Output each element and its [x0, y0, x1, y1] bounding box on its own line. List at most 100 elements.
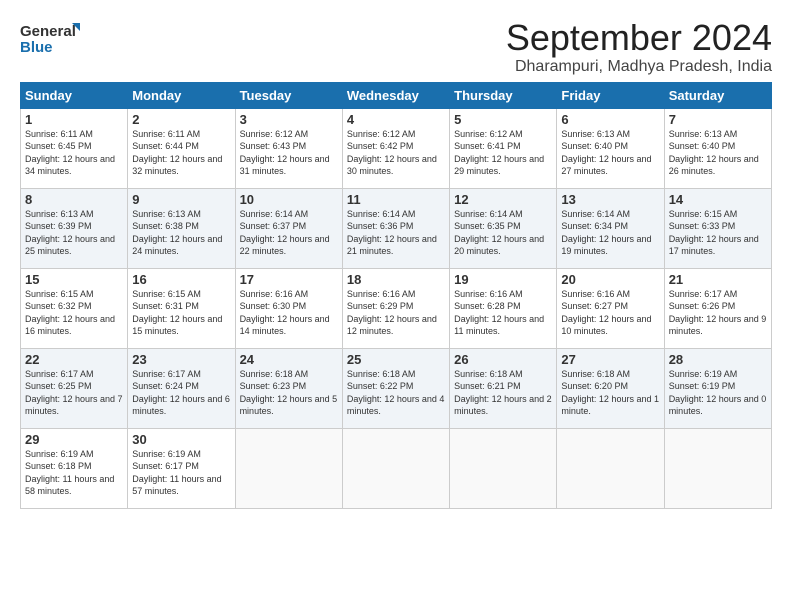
calendar-cell: 28 Sunrise: 6:19 AMSunset: 6:19 PMDaylig… [664, 348, 771, 428]
calendar-cell: 8 Sunrise: 6:13 AMSunset: 6:39 PMDayligh… [21, 188, 128, 268]
cell-info: Sunrise: 6:16 AMSunset: 6:29 PMDaylight:… [347, 289, 437, 337]
cell-info: Sunrise: 6:18 AMSunset: 6:20 PMDaylight:… [561, 369, 659, 417]
calendar-cell: 3 Sunrise: 6:12 AMSunset: 6:43 PMDayligh… [235, 108, 342, 188]
day-number: 2 [132, 112, 230, 127]
cell-info: Sunrise: 6:12 AMSunset: 6:41 PMDaylight:… [454, 129, 544, 177]
calendar-cell: 26 Sunrise: 6:18 AMSunset: 6:21 PMDaylig… [450, 348, 557, 428]
cell-info: Sunrise: 6:13 AMSunset: 6:40 PMDaylight:… [561, 129, 651, 177]
day-number: 27 [561, 352, 659, 367]
day-number: 22 [25, 352, 123, 367]
calendar-cell: 1 Sunrise: 6:11 AMSunset: 6:45 PMDayligh… [21, 108, 128, 188]
cell-info: Sunrise: 6:16 AMSunset: 6:30 PMDaylight:… [240, 289, 330, 337]
cell-info: Sunrise: 6:14 AMSunset: 6:36 PMDaylight:… [347, 209, 437, 257]
day-number: 25 [347, 352, 445, 367]
day-number: 14 [669, 192, 767, 207]
cell-info: Sunrise: 6:17 AMSunset: 6:25 PMDaylight:… [25, 369, 123, 417]
day-number: 16 [132, 272, 230, 287]
calendar-cell: 21 Sunrise: 6:17 AMSunset: 6:26 PMDaylig… [664, 268, 771, 348]
logo: General Blue [20, 18, 80, 58]
calendar-cell: 27 Sunrise: 6:18 AMSunset: 6:20 PMDaylig… [557, 348, 664, 428]
calendar-cell: 22 Sunrise: 6:17 AMSunset: 6:25 PMDaylig… [21, 348, 128, 428]
calendar-cell [235, 428, 342, 508]
cell-info: Sunrise: 6:15 AMSunset: 6:31 PMDaylight:… [132, 289, 222, 337]
cell-info: Sunrise: 6:14 AMSunset: 6:34 PMDaylight:… [561, 209, 651, 257]
cell-info: Sunrise: 6:18 AMSunset: 6:22 PMDaylight:… [347, 369, 445, 417]
cell-info: Sunrise: 6:12 AMSunset: 6:43 PMDaylight:… [240, 129, 330, 177]
logo-svg: General Blue [20, 18, 80, 58]
cell-info: Sunrise: 6:17 AMSunset: 6:26 PMDaylight:… [669, 289, 767, 337]
day-header-saturday: Saturday [664, 82, 771, 108]
calendar-cell: 11 Sunrise: 6:14 AMSunset: 6:36 PMDaylig… [342, 188, 449, 268]
day-number: 12 [454, 192, 552, 207]
day-number: 23 [132, 352, 230, 367]
day-header-thursday: Thursday [450, 82, 557, 108]
day-number: 10 [240, 192, 338, 207]
day-header-tuesday: Tuesday [235, 82, 342, 108]
cell-info: Sunrise: 6:16 AMSunset: 6:27 PMDaylight:… [561, 289, 651, 337]
cell-info: Sunrise: 6:15 AMSunset: 6:33 PMDaylight:… [669, 209, 759, 257]
cell-info: Sunrise: 6:18 AMSunset: 6:23 PMDaylight:… [240, 369, 338, 417]
calendar-cell: 10 Sunrise: 6:14 AMSunset: 6:37 PMDaylig… [235, 188, 342, 268]
calendar-cell [664, 428, 771, 508]
day-number: 5 [454, 112, 552, 127]
cell-info: Sunrise: 6:14 AMSunset: 6:35 PMDaylight:… [454, 209, 544, 257]
cell-info: Sunrise: 6:14 AMSunset: 6:37 PMDaylight:… [240, 209, 330, 257]
svg-text:Blue: Blue [20, 39, 53, 56]
cell-info: Sunrise: 6:19 AMSunset: 6:19 PMDaylight:… [669, 369, 767, 417]
day-number: 11 [347, 192, 445, 207]
day-number: 20 [561, 272, 659, 287]
calendar-cell: 23 Sunrise: 6:17 AMSunset: 6:24 PMDaylig… [128, 348, 235, 428]
day-number: 4 [347, 112, 445, 127]
day-header-wednesday: Wednesday [342, 82, 449, 108]
calendar-cell: 19 Sunrise: 6:16 AMSunset: 6:28 PMDaylig… [450, 268, 557, 348]
cell-info: Sunrise: 6:16 AMSunset: 6:28 PMDaylight:… [454, 289, 544, 337]
calendar-cell: 6 Sunrise: 6:13 AMSunset: 6:40 PMDayligh… [557, 108, 664, 188]
calendar-cell: 7 Sunrise: 6:13 AMSunset: 6:40 PMDayligh… [664, 108, 771, 188]
calendar-cell: 13 Sunrise: 6:14 AMSunset: 6:34 PMDaylig… [557, 188, 664, 268]
cell-info: Sunrise: 6:11 AMSunset: 6:44 PMDaylight:… [132, 129, 222, 177]
cell-info: Sunrise: 6:15 AMSunset: 6:32 PMDaylight:… [25, 289, 115, 337]
calendar-cell: 29 Sunrise: 6:19 AMSunset: 6:18 PMDaylig… [21, 428, 128, 508]
cell-info: Sunrise: 6:13 AMSunset: 6:40 PMDaylight:… [669, 129, 759, 177]
calendar-cell: 5 Sunrise: 6:12 AMSunset: 6:41 PMDayligh… [450, 108, 557, 188]
day-header-friday: Friday [557, 82, 664, 108]
calendar-cell: 17 Sunrise: 6:16 AMSunset: 6:30 PMDaylig… [235, 268, 342, 348]
cell-info: Sunrise: 6:13 AMSunset: 6:39 PMDaylight:… [25, 209, 115, 257]
day-number: 9 [132, 192, 230, 207]
day-number: 30 [132, 432, 230, 447]
day-number: 7 [669, 112, 767, 127]
day-number: 8 [25, 192, 123, 207]
day-number: 21 [669, 272, 767, 287]
day-header-sunday: Sunday [21, 82, 128, 108]
month-title: September 2024 [506, 18, 772, 58]
cell-info: Sunrise: 6:11 AMSunset: 6:45 PMDaylight:… [25, 129, 115, 177]
cell-info: Sunrise: 6:12 AMSunset: 6:42 PMDaylight:… [347, 129, 437, 177]
calendar-cell: 30 Sunrise: 6:19 AMSunset: 6:17 PMDaylig… [128, 428, 235, 508]
day-number: 17 [240, 272, 338, 287]
cell-info: Sunrise: 6:18 AMSunset: 6:21 PMDaylight:… [454, 369, 552, 417]
calendar-cell [450, 428, 557, 508]
calendar-cell: 24 Sunrise: 6:18 AMSunset: 6:23 PMDaylig… [235, 348, 342, 428]
day-number: 29 [25, 432, 123, 447]
location-title: Dharampuri, Madhya Pradesh, India [506, 58, 772, 76]
cell-info: Sunrise: 6:13 AMSunset: 6:38 PMDaylight:… [132, 209, 222, 257]
calendar-cell: 9 Sunrise: 6:13 AMSunset: 6:38 PMDayligh… [128, 188, 235, 268]
day-number: 24 [240, 352, 338, 367]
day-number: 6 [561, 112, 659, 127]
calendar-cell: 4 Sunrise: 6:12 AMSunset: 6:42 PMDayligh… [342, 108, 449, 188]
calendar-cell: 2 Sunrise: 6:11 AMSunset: 6:44 PMDayligh… [128, 108, 235, 188]
calendar-cell [557, 428, 664, 508]
day-number: 19 [454, 272, 552, 287]
cell-info: Sunrise: 6:19 AMSunset: 6:17 PMDaylight:… [132, 449, 221, 497]
cell-info: Sunrise: 6:19 AMSunset: 6:18 PMDaylight:… [25, 449, 114, 497]
calendar-table: SundayMondayTuesdayWednesdayThursdayFrid… [20, 82, 772, 509]
day-number: 1 [25, 112, 123, 127]
calendar-cell: 20 Sunrise: 6:16 AMSunset: 6:27 PMDaylig… [557, 268, 664, 348]
day-number: 3 [240, 112, 338, 127]
calendar-cell: 12 Sunrise: 6:14 AMSunset: 6:35 PMDaylig… [450, 188, 557, 268]
calendar-cell: 14 Sunrise: 6:15 AMSunset: 6:33 PMDaylig… [664, 188, 771, 268]
calendar-cell: 15 Sunrise: 6:15 AMSunset: 6:32 PMDaylig… [21, 268, 128, 348]
svg-text:General: General [20, 23, 76, 40]
day-header-monday: Monday [128, 82, 235, 108]
day-number: 26 [454, 352, 552, 367]
